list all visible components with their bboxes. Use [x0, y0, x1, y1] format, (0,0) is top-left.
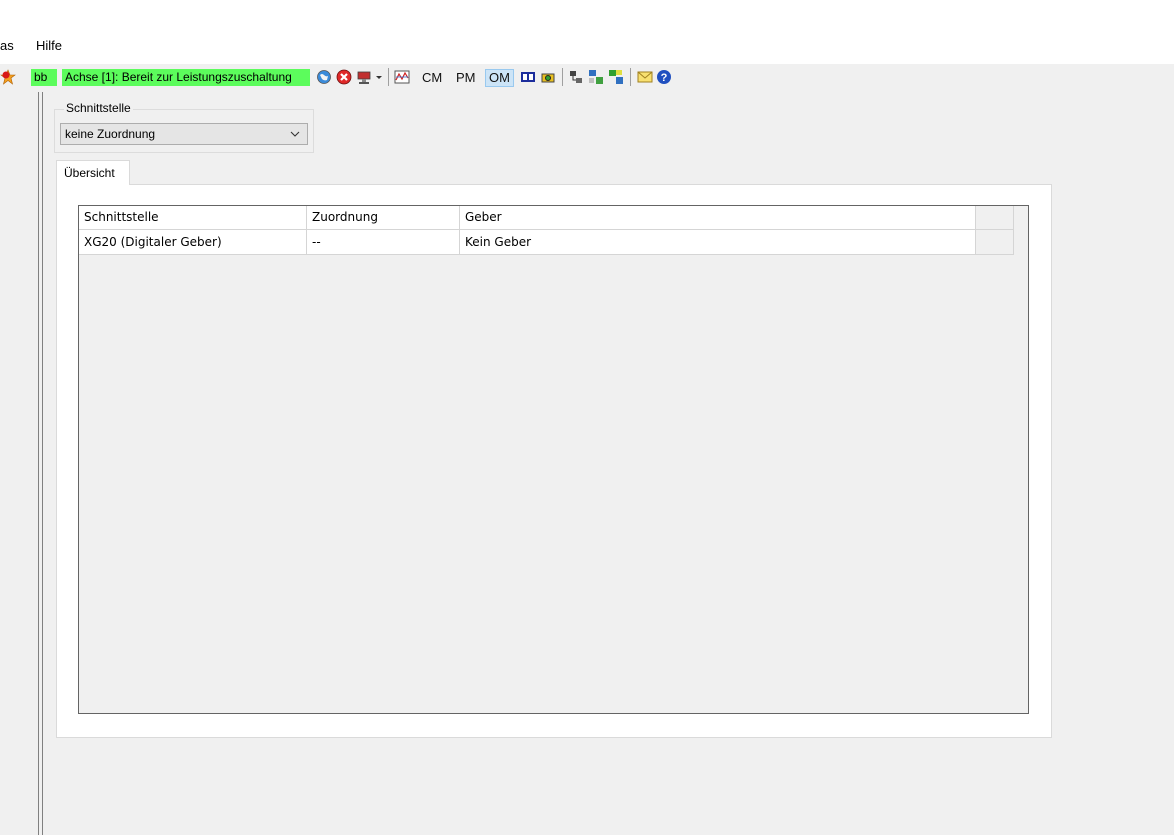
svg-text:?: ? — [661, 72, 668, 84]
combo-value: keine Zuordnung — [65, 127, 156, 141]
column-header-encoder[interactable]: Geber — [460, 206, 976, 230]
toolbar-separator — [630, 68, 631, 86]
menu-bar: as Hilfe — [0, 34, 1174, 56]
mail-icon[interactable] — [637, 69, 653, 85]
toolbar: bb Achse [1]: Bereit zur Leistungszuscha… — [0, 64, 1174, 92]
parameter-icon[interactable] — [520, 69, 536, 85]
device-label[interactable]: bb — [31, 69, 57, 86]
tab-label: Übersicht — [64, 166, 115, 180]
panel-border — [42, 92, 43, 835]
om-button[interactable]: OM — [485, 69, 514, 87]
table-cell[interactable]: XG20 (Digitaler Geber) — [79, 230, 307, 255]
column-header-filler — [976, 206, 1014, 230]
globe-icon[interactable] — [316, 69, 332, 85]
drive-status-icon[interactable] — [356, 69, 372, 85]
oscilloscope-icon[interactable] — [394, 69, 410, 85]
column-header-interface[interactable]: Schnittstelle — [79, 206, 307, 230]
toolbar-separator — [388, 68, 389, 86]
column-header-assignment[interactable]: Zuordnung — [307, 206, 460, 230]
dropdown-arrow-icon[interactable] — [374, 69, 384, 85]
menu-help[interactable]: Hilfe — [36, 38, 62, 53]
toolbar-separator — [562, 68, 563, 86]
network-small-icon[interactable] — [568, 69, 584, 85]
table-cell[interactable]: -- — [307, 230, 460, 255]
camera-refresh-icon[interactable] — [540, 69, 556, 85]
chevron-down-icon — [290, 131, 300, 137]
stop-error-icon[interactable] — [336, 69, 352, 85]
table-cell[interactable]: Kein Geber — [460, 230, 976, 255]
star-error-icon[interactable] — [0, 69, 16, 85]
help-icon[interactable]: ? — [656, 69, 672, 85]
cm-button[interactable]: CM — [419, 69, 445, 87]
network-connect-icon[interactable] — [608, 69, 624, 85]
interface-combobox[interactable]: keine Zuordnung — [60, 123, 308, 145]
interface-grid[interactable]: Schnittstelle Zuordnung Geber XG20 (Digi… — [78, 205, 1029, 714]
menu-extras[interactable]: as — [0, 38, 14, 53]
network-devices-icon[interactable] — [588, 69, 604, 85]
axis-status-field[interactable]: Achse [1]: Bereit zur Leistungszuschaltu… — [62, 69, 310, 86]
panel-border — [38, 92, 39, 835]
pm-button[interactable]: PM — [453, 69, 479, 87]
interface-group-label: Schnittstelle — [64, 101, 133, 115]
tab-overview[interactable]: Übersicht — [56, 160, 130, 185]
table-cell-filler — [976, 230, 1014, 255]
